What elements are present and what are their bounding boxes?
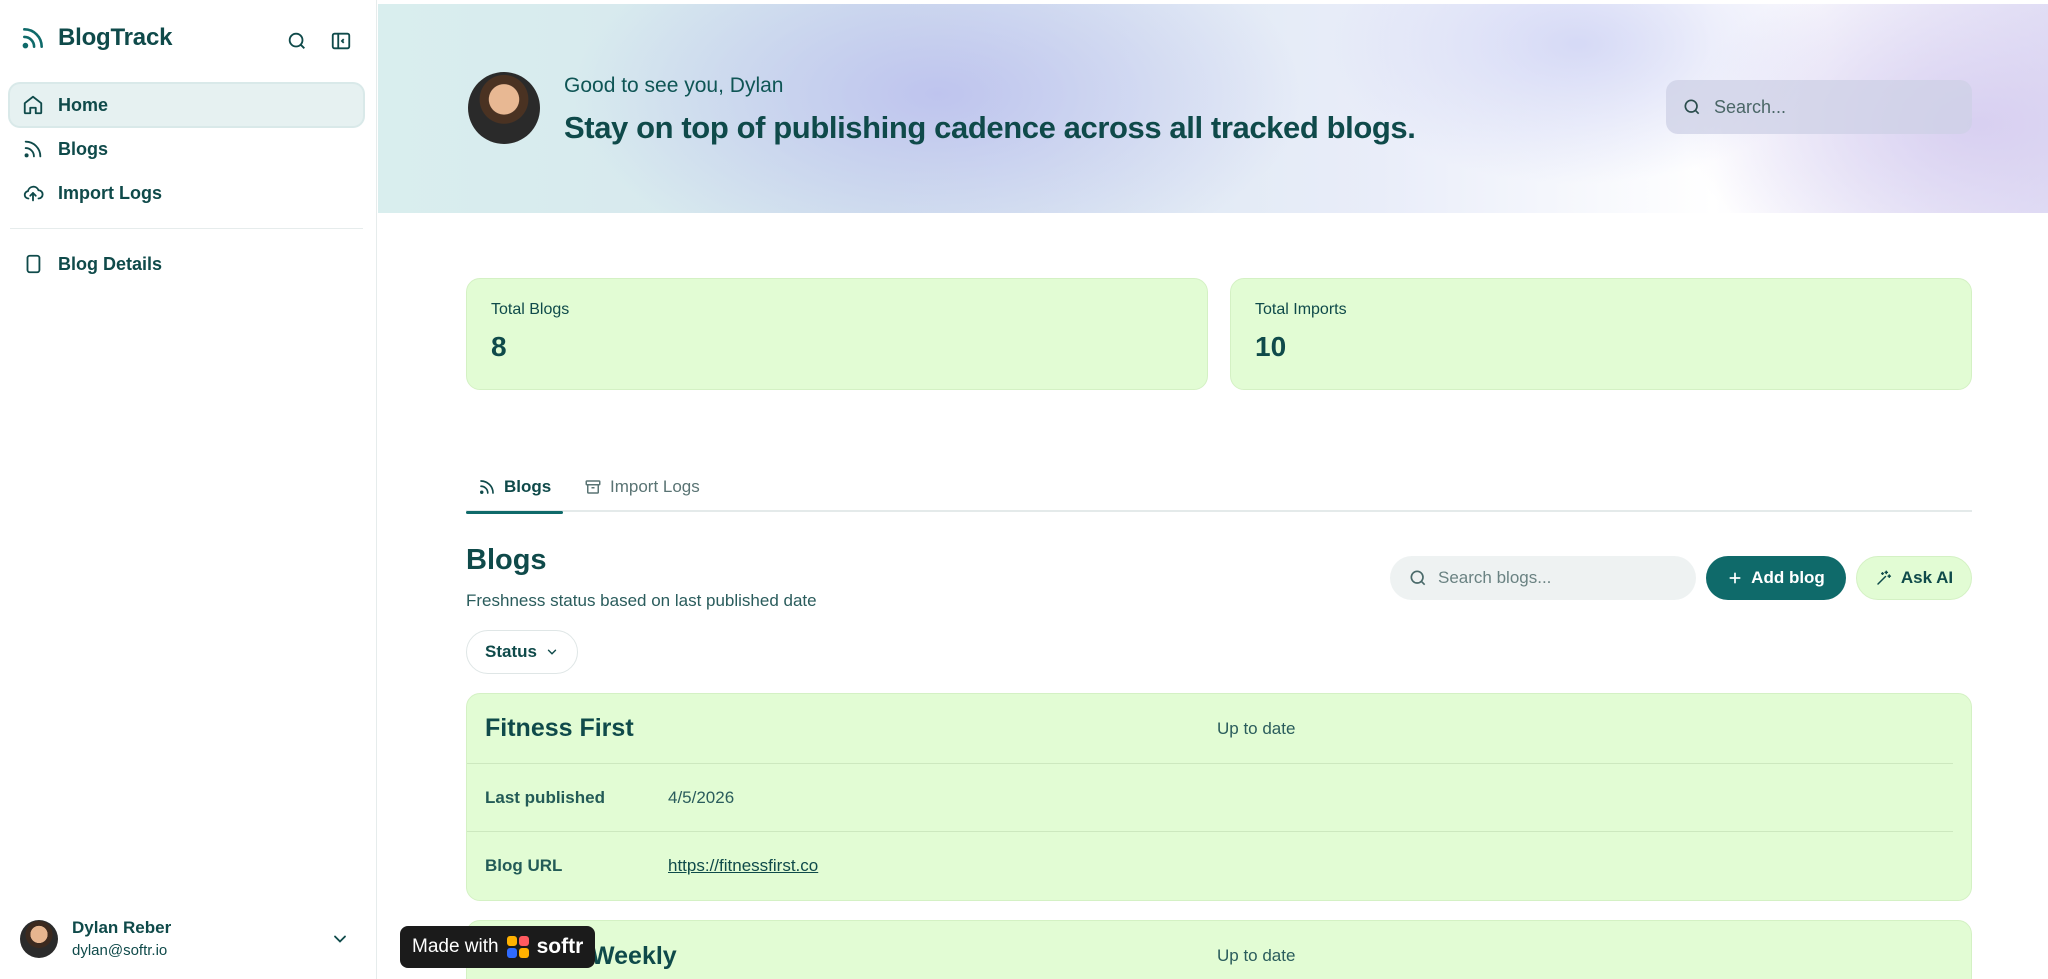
blog-url-label: Blog URL — [485, 856, 563, 875]
last-published-row: Last published 4/5/2026 — [467, 764, 1953, 832]
tab-label: Blogs — [504, 477, 552, 496]
sidebar-item-blog-details[interactable]: Blog Details — [10, 243, 363, 285]
user-email: dylan@softr.io — [72, 942, 168, 959]
sparkle-wand-icon — [1877, 570, 1891, 585]
search-icon — [288, 32, 305, 49]
user-menu[interactable]: Dylan Reber dylan@softr.io — [20, 918, 350, 959]
blog-card[interactable]: Weekly Up to date — [466, 920, 1972, 979]
rss-icon — [24, 140, 42, 158]
home-icon — [23, 95, 43, 115]
hero-banner: Good to see you, Dylan Stay on top of pu… — [378, 4, 2048, 213]
sidebar-item-label: Blogs — [58, 138, 109, 159]
ask-ai-label: Ask AI — [1900, 568, 1954, 587]
search-icon — [1410, 570, 1426, 586]
user-name: Dylan Reber — [72, 918, 172, 937]
sidebar-item-home[interactable]: Home — [10, 84, 363, 126]
chevron-down-icon[interactable] — [330, 929, 350, 949]
greeting: Good to see you, Dylan — [564, 74, 784, 97]
rss-icon — [480, 480, 494, 494]
softr-brand: softr — [536, 935, 584, 958]
blogs-search[interactable] — [1390, 556, 1696, 600]
archive-icon — [585, 480, 601, 494]
status-filter-label: Status — [485, 642, 537, 661]
stat-total-imports: Total Imports 10 — [1230, 278, 1972, 390]
ask-ai-button[interactable]: Ask AI — [1856, 556, 1972, 600]
nav-divider — [10, 228, 363, 229]
app-name: BlogTrack — [58, 24, 173, 51]
rss-logo-icon — [22, 28, 43, 49]
tab-import-logs[interactable]: Import Logs — [584, 462, 700, 512]
made-with-softr-badge[interactable]: Made with softr — [400, 926, 596, 968]
sidebar-search-button[interactable] — [284, 28, 310, 54]
stat-label: Total Imports — [1255, 301, 1347, 318]
add-blog-button[interactable]: Add blog — [1706, 556, 1846, 600]
blog-name: Fitness First — [485, 714, 634, 742]
plus-icon — [1729, 572, 1741, 584]
blog-status: Up to date — [1217, 946, 1296, 965]
brand[interactable]: BlogTrack — [20, 24, 172, 52]
tab-label: Import Logs — [610, 477, 700, 496]
last-published-value: 4/5/2026 — [668, 787, 735, 807]
sidebar-nav: Home Blogs Import Logs Blog Details — [10, 84, 363, 287]
blog-card-header: Weekly Up to date — [467, 921, 1953, 979]
sidebar-item-blogs[interactable]: Blogs — [10, 128, 363, 170]
stat-label: Total Blogs — [491, 301, 570, 318]
blog-card-header: Fitness First Up to date — [467, 694, 1953, 764]
global-search[interactable] — [1666, 80, 1972, 134]
last-published-label: Last published — [485, 787, 605, 807]
stat-value: 10 — [1255, 331, 1287, 362]
blogs-search-input[interactable] — [1438, 568, 1688, 588]
section-title: Blogs — [466, 544, 547, 576]
search-icon — [1684, 99, 1700, 115]
sidebar-item-label: Blog Details — [58, 253, 163, 274]
blog-card[interactable]: Fitness First Up to date Last published … — [466, 693, 1972, 901]
stat-value: 8 — [491, 331, 507, 362]
stat-total-blogs: Total Blogs 8 — [466, 278, 1208, 390]
tab-blogs[interactable]: Blogs — [465, 462, 564, 514]
hero-avatar — [468, 72, 540, 144]
chevron-down-icon — [547, 649, 557, 655]
avatar — [20, 919, 58, 958]
document-icon — [26, 254, 41, 274]
user-info: Dylan Reber dylan@softr.io — [72, 918, 171, 959]
status-filter[interactable]: Status — [466, 630, 578, 674]
made-with-label: Made with — [412, 936, 499, 957]
sidebar-item-label: Import Logs — [58, 182, 162, 203]
blog-status: Up to date — [1217, 718, 1296, 738]
sidebar-item-label: Home — [58, 94, 109, 115]
page-title: Stay on top of publishing cadence across… — [564, 110, 1416, 145]
cloud-upload-icon — [23, 185, 44, 202]
softr-logo-icon — [506, 936, 529, 958]
collapse-sidebar-button[interactable] — [328, 28, 354, 54]
blog-url-row: Blog URL https://fitnessfirst.co — [467, 832, 1953, 900]
blog-url-link[interactable]: https://fitnessfirst.co — [668, 856, 818, 876]
section-subtitle: Freshness status based on last published… — [466, 591, 817, 610]
sidebar-item-import-logs[interactable]: Import Logs — [10, 172, 363, 214]
tab-bar: Blogs Import Logs — [465, 462, 1972, 514]
global-search-input[interactable] — [1714, 96, 1954, 118]
add-blog-label: Add blog — [1751, 568, 1825, 587]
sidebar-panel-icon — [331, 32, 351, 50]
sidebar: BlogTrack Home Blogs Import Logs Blog De… — [0, 0, 377, 979]
main-content: Good to see you, Dylan Stay on top of pu… — [378, 0, 2048, 979]
